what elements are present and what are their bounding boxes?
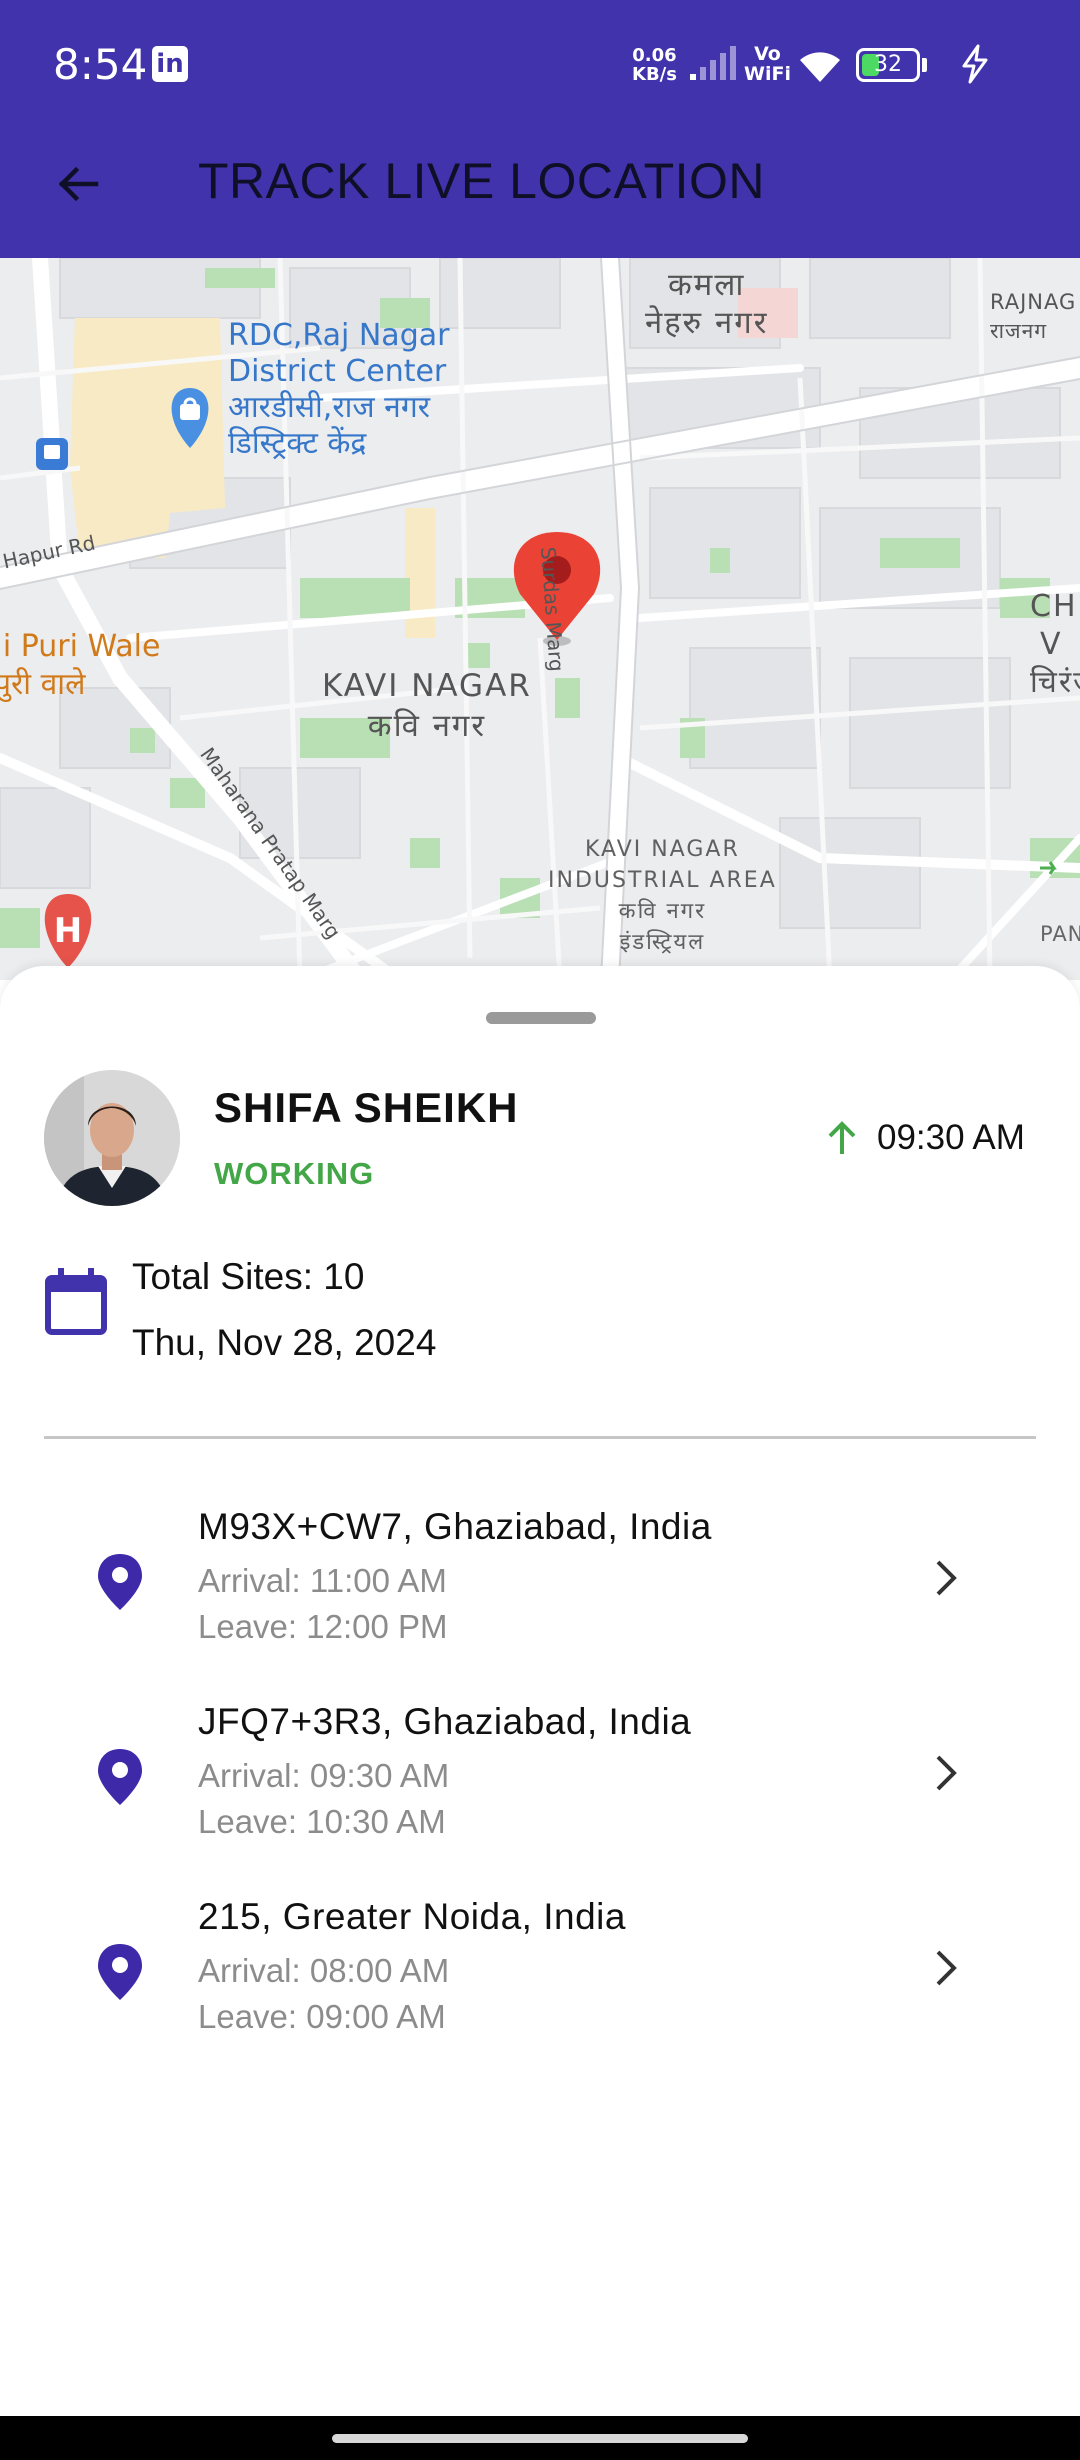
- vowifi-indicator: Vo WiFi: [744, 44, 791, 84]
- map-label-right-edge: CH V चिरंज: [1030, 589, 1080, 700]
- system-navigation-bar: [0, 2416, 1080, 2460]
- visit-arrival: Arrival: 11:00 AM: [198, 1562, 447, 1599]
- chevron-right-icon[interactable]: [930, 1556, 962, 1600]
- status-badge: WORKING: [214, 1156, 375, 1191]
- list-item[interactable]: M93X+CW7, Ghaziabad, India Arrival: 11:0…: [0, 1506, 1080, 1696]
- visit-leave: Leave: 10:30 AM: [198, 1803, 446, 1840]
- visit-leave: Leave: 09:00 AM: [198, 1998, 446, 2035]
- network-speed-value: 0.06: [632, 45, 677, 66]
- visit-address: M93X+CW7, Ghaziabad, India: [198, 1506, 712, 1547]
- map-label-rdc[interactable]: RDC,Raj Nagar District Center आरडीसी,राज…: [228, 318, 449, 462]
- visit-address: JFQ7+3R3, Ghaziabad, India: [198, 1701, 692, 1742]
- visit-address: 215, Greater Noida, India: [198, 1896, 626, 1937]
- sheet-drag-handle[interactable]: [486, 1012, 596, 1024]
- vowifi-top: Vo: [754, 43, 781, 65]
- avatar: [44, 1070, 180, 1206]
- map-label-kamla-nehru-nagar: कमला नेहरु नगर: [645, 267, 769, 341]
- arrow-up-icon: [828, 1121, 856, 1154]
- arrow-left-icon: [58, 166, 99, 202]
- back-button[interactable]: [40, 146, 116, 222]
- status-time: 8:54: [53, 40, 148, 89]
- home-gesture-bar[interactable]: [332, 2434, 748, 2443]
- location-pin-icon: [98, 1554, 142, 1610]
- map-label-rajnagar: RAJNAG राजनग: [990, 290, 1077, 343]
- network-speed: 0.06 KB/s: [632, 46, 677, 84]
- charging-bolt-icon: [962, 44, 988, 84]
- list-item[interactable]: JFQ7+3R3, Ghaziabad, India Arrival: 09:3…: [0, 1701, 1080, 1891]
- live-location-map[interactable]: H कमला नेहरु नगर RAJNAG राजनग RDC,Raj Na…: [0, 258, 1080, 980]
- battery-level: 32: [874, 52, 902, 77]
- total-sites: Total Sites: 10: [132, 1256, 365, 1297]
- visit-date: Thu, Nov 28, 2024: [132, 1322, 437, 1363]
- svg-text:H: H: [54, 911, 82, 951]
- map-label-kavi-nagar-industrial-area: KAVI NAGAR INDUSTRIAL AREA कवि नगर इंडस्…: [548, 837, 777, 955]
- visit-leave: Leave: 12:00 PM: [198, 1608, 448, 1645]
- app-header: 8:54 in 0.06 KB/s Vo WiFi 32 TRACK LIVE …: [0, 0, 1080, 258]
- visit-arrival: Arrival: 08:00 AM: [198, 1952, 450, 1989]
- wifi-icon: [800, 52, 840, 82]
- location-pin-icon: [98, 1944, 142, 2000]
- checkin-time: 09:30 AM: [877, 1118, 1025, 1157]
- chevron-right-icon[interactable]: [930, 1946, 962, 1990]
- page-title: TRACK LIVE LOCATION: [198, 153, 766, 209]
- map-label-pan: PAN: [1040, 922, 1080, 946]
- network-speed-unit: KB/s: [632, 64, 677, 85]
- vowifi-bottom: WiFi: [744, 63, 791, 85]
- hospital-pin: H: [44, 894, 92, 968]
- divider: [44, 1436, 1036, 1439]
- map-label-ji-puri-wale[interactable]: Ji Puri Wale पुरी वाले: [0, 628, 160, 704]
- cellular-signal-icon: [690, 46, 736, 80]
- chevron-right-icon[interactable]: [930, 1751, 962, 1795]
- calendar-icon: [45, 1268, 107, 1335]
- map-label-kavi-nagar: KAVI NAGAR कवि नगर: [322, 668, 532, 744]
- map-canvas: H: [0, 258, 1080, 980]
- list-item[interactable]: 215, Greater Noida, India Arrival: 08:00…: [0, 1896, 1080, 2086]
- linkedin-icon: in: [152, 46, 188, 82]
- details-bottom-sheet: SHIFA SHEIKH WORKING 09:30 AM Total Site…: [0, 966, 1080, 2416]
- visit-arrival: Arrival: 09:30 AM: [198, 1757, 450, 1794]
- location-pin-icon: [98, 1749, 142, 1805]
- employee-name: SHIFA SHEIKH: [214, 1084, 519, 1131]
- battery-indicator: 32: [856, 48, 927, 82]
- profile-photo: [44, 1070, 180, 1206]
- status-bar: 8:54 in 0.06 KB/s Vo WiFi 32: [0, 0, 1080, 128]
